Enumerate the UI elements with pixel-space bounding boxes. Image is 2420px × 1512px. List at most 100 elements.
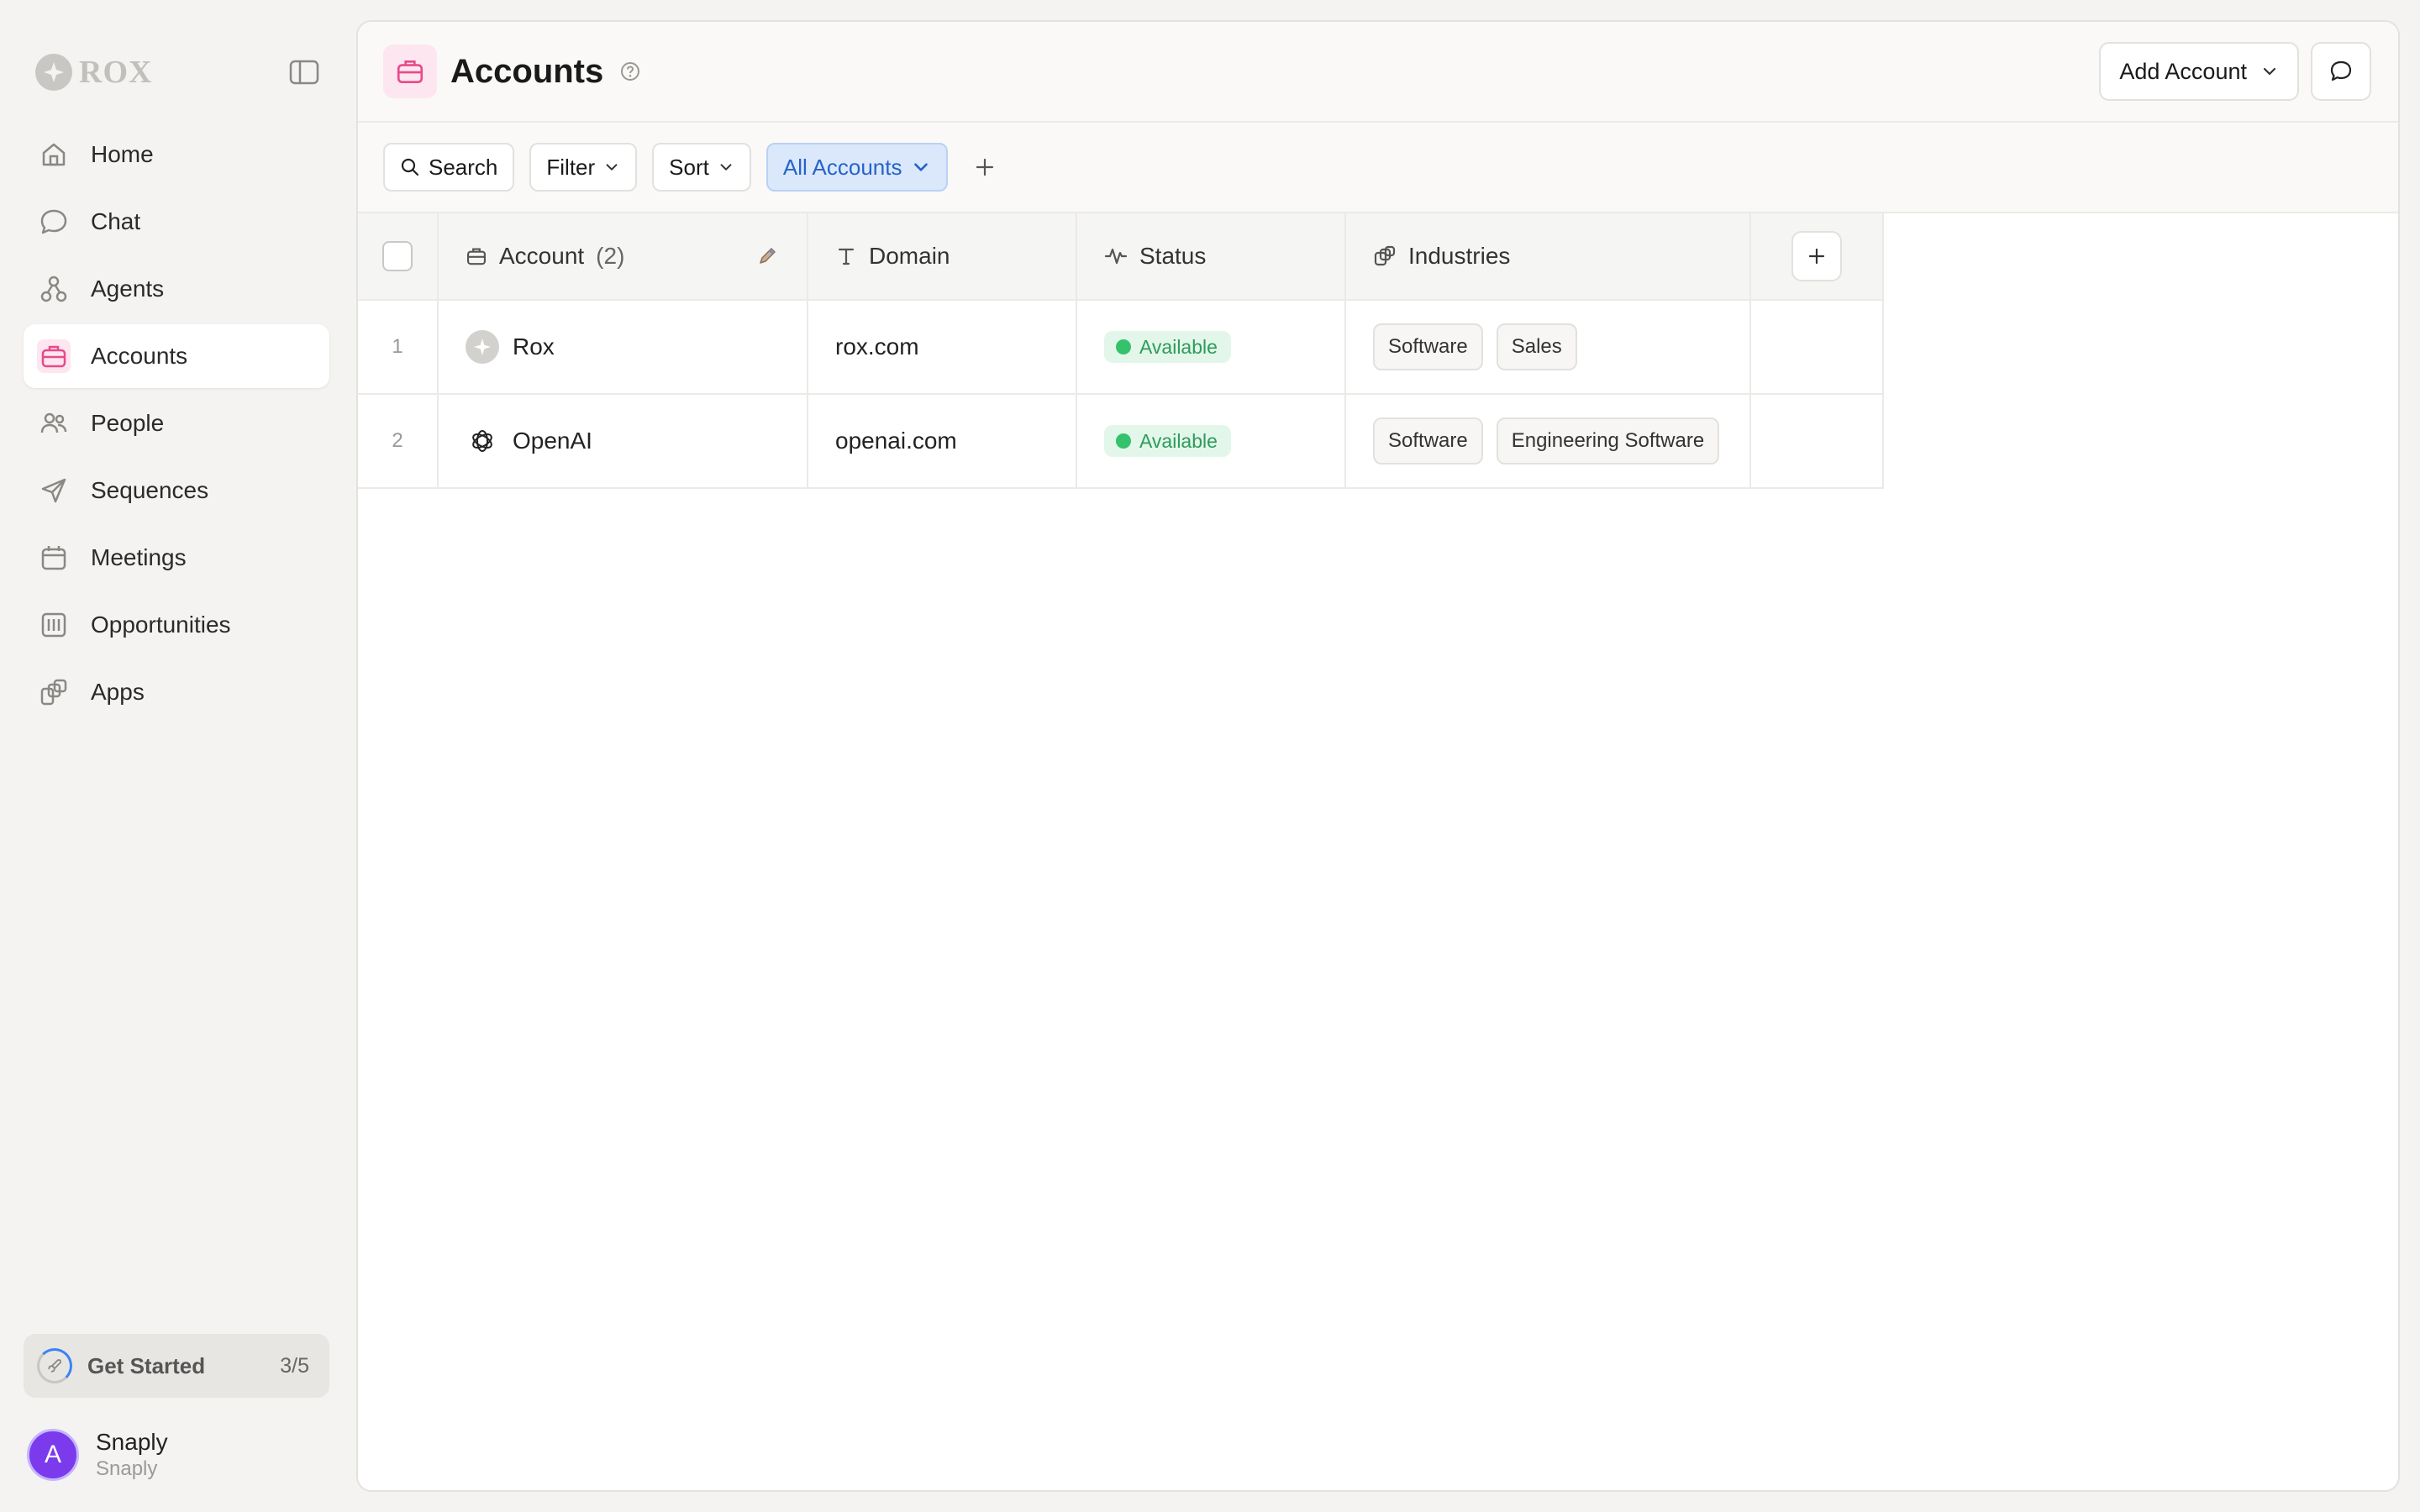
- sidebar-item-label: Agents: [91, 276, 165, 302]
- people-icon: [37, 407, 71, 440]
- sidebar: ROX Home Chat Agents Accounts People Seq…: [0, 0, 353, 1512]
- row-number-cell: 2: [358, 395, 439, 487]
- rox-logo-icon: [35, 54, 72, 91]
- sidebar-item-apps[interactable]: Apps: [24, 660, 329, 724]
- sidebar-item-home[interactable]: Home: [24, 123, 329, 186]
- briefcase-icon: [383, 45, 437, 98]
- sidebar-item-meetings[interactable]: Meetings: [24, 526, 329, 590]
- calendar-icon: [37, 541, 71, 575]
- column-label: Status: [1139, 243, 1207, 269]
- select-all-cell: [358, 213, 439, 299]
- account-cell[interactable]: Rox: [439, 301, 808, 393]
- domain-cell[interactable]: openai.com: [808, 395, 1077, 487]
- view-label: All Accounts: [782, 154, 902, 180]
- industries-cell[interactable]: Software Sales: [1346, 301, 1751, 393]
- filter-button[interactable]: Filter: [529, 143, 638, 192]
- sidebar-item-accounts[interactable]: Accounts: [24, 324, 329, 388]
- app-window: ROX Home Chat Agents Accounts People Seq…: [0, 0, 2420, 1512]
- sidebar-collapse-button[interactable]: [287, 59, 321, 86]
- column-header-domain[interactable]: Domain: [808, 213, 1077, 299]
- select-all-checkbox[interactable]: [382, 241, 413, 271]
- row-number-cell: 1: [358, 301, 439, 393]
- help-icon[interactable]: [618, 60, 642, 83]
- view-selector[interactable]: All Accounts: [765, 143, 948, 192]
- industry-tag: Engineering Software: [1496, 417, 1720, 465]
- industries-cell[interactable]: Software Engineering Software: [1346, 395, 1751, 487]
- table-toolbar: Search Filter Sort All Accounts: [358, 123, 2398, 213]
- sidebar-item-label: Chat: [91, 208, 141, 234]
- sidebar-item-label: Meetings: [91, 544, 187, 570]
- sidebar-item-label: People: [91, 410, 165, 436]
- get-started-label: Get Started: [87, 1352, 206, 1378]
- header-actions: Add Account: [2099, 42, 2371, 101]
- plus-icon: [1808, 248, 1825, 265]
- rocket-icon: [37, 1348, 72, 1383]
- account-count: (2): [596, 243, 625, 269]
- pencil-icon[interactable]: [755, 244, 780, 269]
- column-header-status[interactable]: Status: [1077, 213, 1346, 299]
- add-account-button[interactable]: Add Account: [2099, 42, 2299, 101]
- search-button[interactable]: Search: [383, 143, 515, 192]
- plus-icon: [976, 158, 993, 176]
- table-row[interactable]: 2 OpenAI openai.com Available Software E…: [358, 395, 1884, 489]
- sidebar-item-people[interactable]: People: [24, 391, 329, 455]
- add-account-label: Add Account: [2119, 58, 2247, 84]
- search-icon: [401, 158, 419, 176]
- sidebar-item-label: Home: [91, 141, 154, 167]
- column-header-account[interactable]: Account (2): [439, 213, 808, 299]
- avatar: A: [27, 1429, 79, 1481]
- account-name: OpenAI: [513, 428, 592, 454]
- user-org: Snaply: [96, 1457, 158, 1480]
- filter-label: Filter: [546, 154, 596, 180]
- rox-logo-icon: [466, 330, 499, 364]
- apps-icon: [37, 675, 71, 709]
- status-cell[interactable]: Available: [1077, 395, 1346, 487]
- sidebar-item-chat[interactable]: Chat: [24, 190, 329, 254]
- chevron-down-icon: [606, 164, 618, 171]
- row-number: 2: [392, 429, 403, 452]
- sidebar-item-sequences[interactable]: Sequences: [24, 459, 329, 522]
- status-cell[interactable]: Available: [1077, 301, 1346, 393]
- sort-label: Sort: [669, 154, 709, 180]
- user-profile[interactable]: A Snaply Snaply: [27, 1428, 168, 1482]
- sidebar-item-opportunities[interactable]: Opportunities: [24, 593, 329, 657]
- briefcase-icon: [37, 339, 71, 373]
- comments-button[interactable]: [2311, 42, 2371, 101]
- industry-tag: Sales: [1496, 323, 1577, 370]
- add-column-cell: [1751, 213, 1884, 299]
- user-info: Snaply Snaply: [96, 1429, 168, 1481]
- send-icon: [37, 474, 71, 507]
- sidebar-item-label: Apps: [91, 679, 145, 705]
- domain-cell[interactable]: rox.com: [808, 301, 1077, 393]
- column-label: Industries: [1408, 243, 1511, 269]
- get-started-progress: 3/5: [280, 1353, 309, 1378]
- sidebar-item-agents[interactable]: Agents: [24, 257, 329, 321]
- column-label: Domain: [869, 243, 950, 269]
- status-dot: [1116, 433, 1131, 449]
- activity-icon: [1104, 248, 1128, 265]
- page-header: Accounts Add Account: [358, 22, 2398, 123]
- home-icon: [37, 138, 71, 171]
- domain-value: openai.com: [835, 428, 957, 454]
- table-row[interactable]: 1 Rox rox.com Available Software Sales: [358, 301, 1884, 395]
- industry-tag: Software: [1373, 417, 1483, 465]
- chevron-down-icon: [720, 164, 732, 171]
- main-panel: Accounts Add Account Search Filter Sort …: [356, 20, 2400, 1492]
- sidebar-item-label: Opportunities: [91, 612, 231, 638]
- search-label: Search: [429, 154, 498, 180]
- add-column-button[interactable]: [1791, 231, 1842, 281]
- add-view-button[interactable]: [966, 149, 1003, 186]
- domain-value: rox.com: [835, 333, 919, 360]
- sidebar-item-label: Sequences: [91, 477, 209, 503]
- chevron-down-icon: [913, 163, 928, 171]
- column-header-industries[interactable]: Industries: [1346, 213, 1751, 299]
- agents-icon: [37, 272, 71, 306]
- account-cell[interactable]: OpenAI: [439, 395, 808, 487]
- user-name: Snaply: [96, 1429, 168, 1455]
- brand-logo[interactable]: ROX: [35, 52, 152, 92]
- chevron-down-icon: [2263, 67, 2276, 76]
- chat-icon: [37, 205, 71, 239]
- status-badge: Available: [1104, 331, 1231, 363]
- sort-button[interactable]: Sort: [652, 143, 751, 192]
- get-started-button[interactable]: Get Started 3/5: [24, 1334, 329, 1398]
